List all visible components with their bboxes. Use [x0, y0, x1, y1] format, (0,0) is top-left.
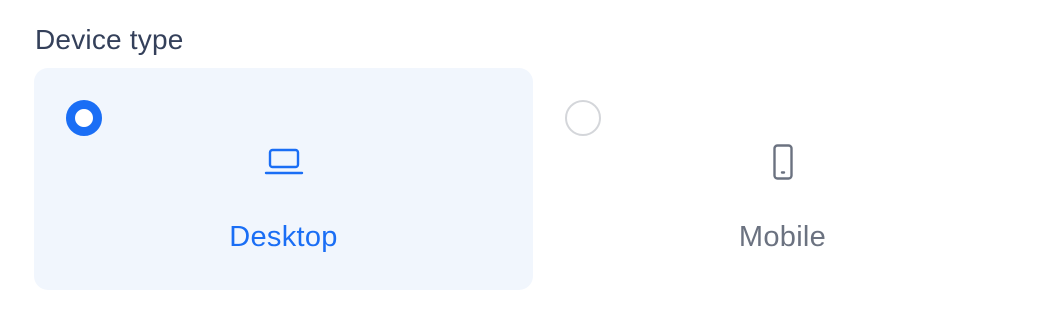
device-option-desktop[interactable]: Desktop	[34, 68, 533, 290]
device-type-label: Device type	[35, 24, 184, 55]
desktop-radio-button[interactable]	[66, 100, 102, 136]
device-type-radio-group: Desktop Mobile	[34, 68, 1032, 290]
laptop-icon	[264, 144, 304, 180]
mobile-phone-icon	[763, 144, 803, 180]
mobile-option-label: Mobile	[738, 221, 827, 253]
mobile-radio-button[interactable]	[565, 100, 601, 136]
device-option-mobile[interactable]: Mobile	[533, 68, 1032, 290]
desktop-option-label: Desktop	[229, 221, 338, 253]
